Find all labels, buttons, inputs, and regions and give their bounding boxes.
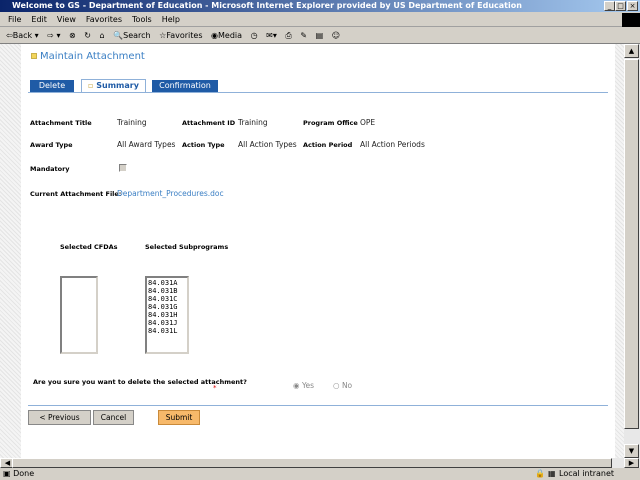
hscroll-thumb[interactable] — [12, 458, 612, 468]
tab-doc-icon: ▫ — [88, 81, 94, 90]
page-icon: ▣ — [3, 469, 11, 478]
mandatory-checkbox[interactable] — [119, 164, 127, 172]
media-button[interactable]: ◉Media — [211, 31, 242, 40]
print-icon[interactable]: ⎙ — [285, 31, 291, 40]
subprogram-option[interactable]: 84.031J — [148, 319, 186, 327]
mail-icon[interactable]: ✉▾ — [266, 31, 277, 40]
no-radio-icon: ○ — [333, 381, 340, 390]
search-button[interactable]: 🔍Search — [113, 31, 150, 40]
horizontal-scrollbar[interactable]: ◀ ▶ — [0, 458, 640, 468]
scroll-right-icon[interactable]: ▶ — [624, 458, 639, 468]
action-type-value: All Action Types — [238, 140, 297, 149]
tab-divider — [28, 92, 608, 93]
title-bullet-icon — [31, 53, 37, 59]
tab-summary-label: Summary — [96, 81, 139, 90]
discuss-icon[interactable]: ▤ — [316, 31, 324, 40]
menu-edit[interactable]: Edit — [31, 15, 47, 24]
edit-icon[interactable]: ✎ — [300, 31, 307, 40]
status-bar: ▣ Done 🔒 ▦ Local intranet — [0, 468, 640, 480]
refresh-icon[interactable]: ↻ — [84, 31, 91, 40]
program-office-label: Program Office — [303, 119, 358, 127]
menu-bar: File Edit View Favorites Tools Help — [0, 13, 640, 27]
submit-button[interactable]: Submit — [158, 410, 200, 425]
action-type-label: Action Type — [182, 141, 225, 149]
no-label: No — [341, 381, 353, 390]
lock-icon: 🔒 — [535, 469, 545, 478]
tab-delete[interactable]: Delete — [30, 80, 74, 92]
tab-confirmation[interactable]: Confirmation — [152, 80, 218, 92]
yes-radio-icon: ◉ — [293, 381, 300, 390]
subprograms-listbox[interactable]: 84.031A 84.031B 84.031C 84.031G 84.031H 84.03… — [145, 276, 189, 354]
cfdas-label: Selected CFDAs — [60, 243, 118, 251]
page-content — [21, 44, 624, 458]
favorites-button[interactable]: ☆Favorites — [159, 31, 202, 40]
cancel-button[interactable]: Cancel — [93, 410, 134, 425]
award-type-label: Award Type — [30, 141, 73, 149]
required-mark: * — [213, 384, 217, 392]
award-type-value: All Award Types — [117, 140, 176, 149]
menu-view[interactable]: View — [57, 15, 76, 24]
scroll-thumb[interactable] — [624, 59, 639, 429]
subprogram-option[interactable]: 84.031C — [148, 295, 186, 303]
forward-button[interactable]: ⇨ ▾ — [47, 31, 60, 40]
maximize-button[interactable]: □ — [615, 1, 626, 11]
subprogram-option[interactable]: 84.031B — [148, 287, 186, 295]
stop-icon[interactable]: ⊗ — [69, 31, 76, 40]
subprogram-option[interactable]: 84.031A — [148, 279, 186, 287]
home-icon[interactable]: ⌂ — [100, 31, 105, 40]
attachment-title-value: Training — [117, 118, 147, 127]
left-gutter — [0, 44, 21, 458]
subprogram-option[interactable]: 84.031G — [148, 303, 186, 311]
messenger-icon[interactable]: ☺ — [332, 31, 340, 40]
menu-favorites[interactable]: Favorites — [86, 15, 122, 24]
right-gutter — [615, 44, 624, 458]
mandatory-label: Mandatory — [30, 165, 70, 173]
action-period-label: Action Period — [303, 141, 353, 149]
cfdas-listbox[interactable] — [60, 276, 98, 354]
scroll-up-icon[interactable]: ▲ — [624, 44, 639, 58]
tab-summary[interactable]: ▫ Summary — [81, 79, 146, 93]
page-title: Maintain Attachment — [40, 51, 145, 62]
subprogram-option[interactable]: 84.031H — [148, 311, 186, 319]
windows-logo — [622, 13, 640, 27]
current-file-label: Current Attachment File: — [30, 190, 122, 198]
title-bar: Welcome to GS - Department of Education … — [0, 0, 640, 12]
toolbar: ⇦Back ▾ ⇨ ▾ ⊗ ↻ ⌂ 🔍Search ☆Favorites ◉Me… — [0, 28, 640, 44]
close-button[interactable]: × — [627, 1, 638, 11]
attachment-title-label: Attachment Title — [30, 119, 92, 127]
attachment-id-label: Attachment ID — [182, 119, 236, 127]
scroll-down-icon[interactable]: ▼ — [624, 444, 639, 458]
yes-radio[interactable]: ◉ Yes — [293, 381, 314, 390]
subprograms-label: Selected Subprograms — [145, 243, 229, 251]
yes-label: Yes — [301, 381, 315, 390]
no-radio[interactable]: ○ No — [333, 381, 352, 390]
back-button[interactable]: ⇦Back ▾ — [6, 31, 39, 40]
status-text: Done — [13, 469, 35, 478]
attachment-id-value: Training — [238, 118, 268, 127]
intranet-icon: ▦ — [548, 469, 556, 478]
action-period-value: All Action Periods — [360, 140, 425, 149]
zone-text: Local intranet — [559, 469, 615, 478]
program-office-value: OPE — [360, 118, 376, 127]
previous-button[interactable]: < Previous — [28, 410, 91, 425]
button-divider — [28, 405, 608, 406]
menu-tools[interactable]: Tools — [132, 15, 152, 24]
vertical-scrollbar[interactable]: ▲ ▼ — [624, 44, 640, 458]
history-icon[interactable]: ◷ — [251, 31, 258, 40]
current-file-link[interactable]: Department_Procedures.doc — [117, 189, 224, 198]
minimize-button[interactable]: _ — [604, 1, 615, 11]
menu-help[interactable]: Help — [162, 15, 180, 24]
menu-file[interactable]: File — [8, 15, 21, 24]
subprogram-option[interactable]: 84.031L — [148, 327, 186, 335]
